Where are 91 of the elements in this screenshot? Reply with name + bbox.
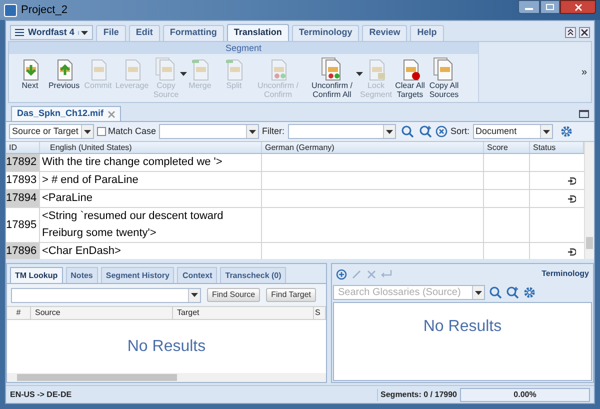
empty-message: No Results xyxy=(127,336,206,356)
dropdown-caret-icon xyxy=(191,293,198,297)
column-header[interactable]: Score xyxy=(484,142,530,153)
panel-title: Terminology xyxy=(542,268,589,280)
segment-id: 17893 xyxy=(6,172,40,189)
dropdown-caret-icon xyxy=(542,130,550,134)
menu-tab[interactable]: Terminology xyxy=(292,24,360,40)
status-icon xyxy=(568,246,576,256)
menu-tab[interactable]: Review xyxy=(362,24,408,40)
find-button[interactable]: Find Target xyxy=(266,288,316,302)
dropdown-caret-icon xyxy=(81,30,88,34)
scope-dropdown[interactable]: Source or Target xyxy=(9,124,94,139)
settings-icon[interactable] xyxy=(560,125,573,138)
minimize-button[interactable] xyxy=(518,0,540,14)
source-text: With the tire change completed we '> xyxy=(40,154,262,171)
source-text: <String `resumed our descent toward Freiburg some twenty'> xyxy=(40,208,262,242)
panel-tab[interactable]: Context xyxy=(177,267,218,283)
empty-message: No Results xyxy=(423,317,502,337)
status-icon xyxy=(568,176,576,186)
window-title: Project_2 xyxy=(21,2,68,18)
maximize-button[interactable] xyxy=(540,0,560,14)
document-icon xyxy=(155,57,177,81)
segment-id: 17894 xyxy=(6,190,40,207)
progress-text: 0.00% xyxy=(514,388,536,400)
collapse-ribbon-button[interactable] xyxy=(565,27,576,38)
scrollbar[interactable] xyxy=(584,142,594,259)
ribbon-button[interactable]: Unconfirm / Confirm All xyxy=(305,54,359,102)
menu-tab[interactable]: Translation xyxy=(226,24,289,41)
source-text: <ParaLine xyxy=(40,190,262,207)
segment-id: 17896 xyxy=(6,243,40,259)
dropdown-caret-icon xyxy=(84,130,91,134)
filter-label: Filter: xyxy=(262,124,285,138)
panel-tab[interactable]: Transcheck (0) xyxy=(220,267,286,283)
app-menu-button[interactable]: Wordfast 4 xyxy=(10,25,94,40)
search-options-icon[interactable] xyxy=(418,125,432,138)
find-button[interactable]: Find Source xyxy=(207,288,260,302)
app-icon xyxy=(4,4,17,16)
panel-tab[interactable]: Notes xyxy=(66,267,98,283)
grid-row[interactable]: 17894 <ParaLine xyxy=(6,190,584,208)
panel-tab[interactable]: Segment History xyxy=(100,267,174,283)
column-header[interactable]: ID xyxy=(6,142,40,153)
ribbon-button[interactable]: Clear All Targets xyxy=(393,54,427,102)
group-title: Segment xyxy=(9,42,478,54)
menu-tab[interactable]: Edit xyxy=(128,24,160,40)
window-icon[interactable] xyxy=(579,110,589,118)
grid-row[interactable]: 17895 <String `resumed our descent toward Freiburg some twenty'> xyxy=(6,208,584,243)
document-icon xyxy=(223,57,245,81)
column-header[interactable]: Target xyxy=(173,307,314,319)
sort-label: Sort: xyxy=(450,124,470,138)
ribbon-button[interactable]: Previous xyxy=(47,54,81,102)
settings-icon[interactable] xyxy=(523,286,536,299)
segment-count: Segments: 0 / 17990 xyxy=(376,388,457,400)
column-header[interactable]: English (United States) xyxy=(40,142,262,153)
column-header[interactable]: # xyxy=(7,307,31,319)
search-icon[interactable] xyxy=(400,125,414,138)
column-header[interactable]: S xyxy=(314,307,326,319)
panel-tab[interactable]: TM Lookup xyxy=(10,267,63,283)
glossary-search-field[interactable]: Search Glossaries (Source) xyxy=(333,285,485,300)
menu-tab[interactable]: Formatting xyxy=(162,24,224,40)
segment-id: 17892 xyxy=(6,154,40,171)
document-icon xyxy=(189,57,211,81)
menu-tab[interactable]: Help xyxy=(410,24,444,40)
more-button[interactable]: » xyxy=(577,64,591,80)
status-icon xyxy=(568,194,576,204)
menu-tab[interactable]: File xyxy=(96,24,126,40)
match-case-checkbox[interactable] xyxy=(97,127,106,136)
source-text: > # end of ParaLine xyxy=(40,172,262,189)
column-header[interactable]: Source xyxy=(31,307,173,319)
language-pair: EN-US -> DE-DE xyxy=(10,388,73,400)
dropdown-caret-icon xyxy=(386,130,393,134)
segment-id: 17895 xyxy=(6,208,40,242)
ribbon-button[interactable]: Next xyxy=(13,54,47,102)
ribbon-button[interactable]: Copy All Sources xyxy=(427,54,461,102)
sort-dropdown[interactable]: Document xyxy=(472,124,553,139)
document-icon xyxy=(433,57,455,81)
search-options-icon[interactable] xyxy=(506,286,519,299)
grid-row[interactable]: 17892 With the tire change completed we '> xyxy=(6,154,584,172)
column-header[interactable]: German (Germany) xyxy=(262,142,484,153)
document-icon xyxy=(321,57,343,81)
menu-icon xyxy=(15,29,24,36)
source-text: <Char EnDash> xyxy=(40,243,262,259)
dropdown-caret-icon xyxy=(475,290,482,294)
clear-icon[interactable] xyxy=(434,125,448,138)
dropdown-caret-icon xyxy=(249,130,256,134)
document-tab[interactable]: Das_Spkn_Ch12.mif xyxy=(11,106,121,121)
match-case-label: Match Case xyxy=(108,124,156,138)
search-icon[interactable] xyxy=(489,286,502,299)
grid-row[interactable]: 17893 > # end of ParaLine xyxy=(6,172,584,190)
add-icon[interactable] xyxy=(336,268,347,280)
horizontal-scrollbar[interactable] xyxy=(7,373,326,382)
close-button[interactable] xyxy=(560,0,596,14)
